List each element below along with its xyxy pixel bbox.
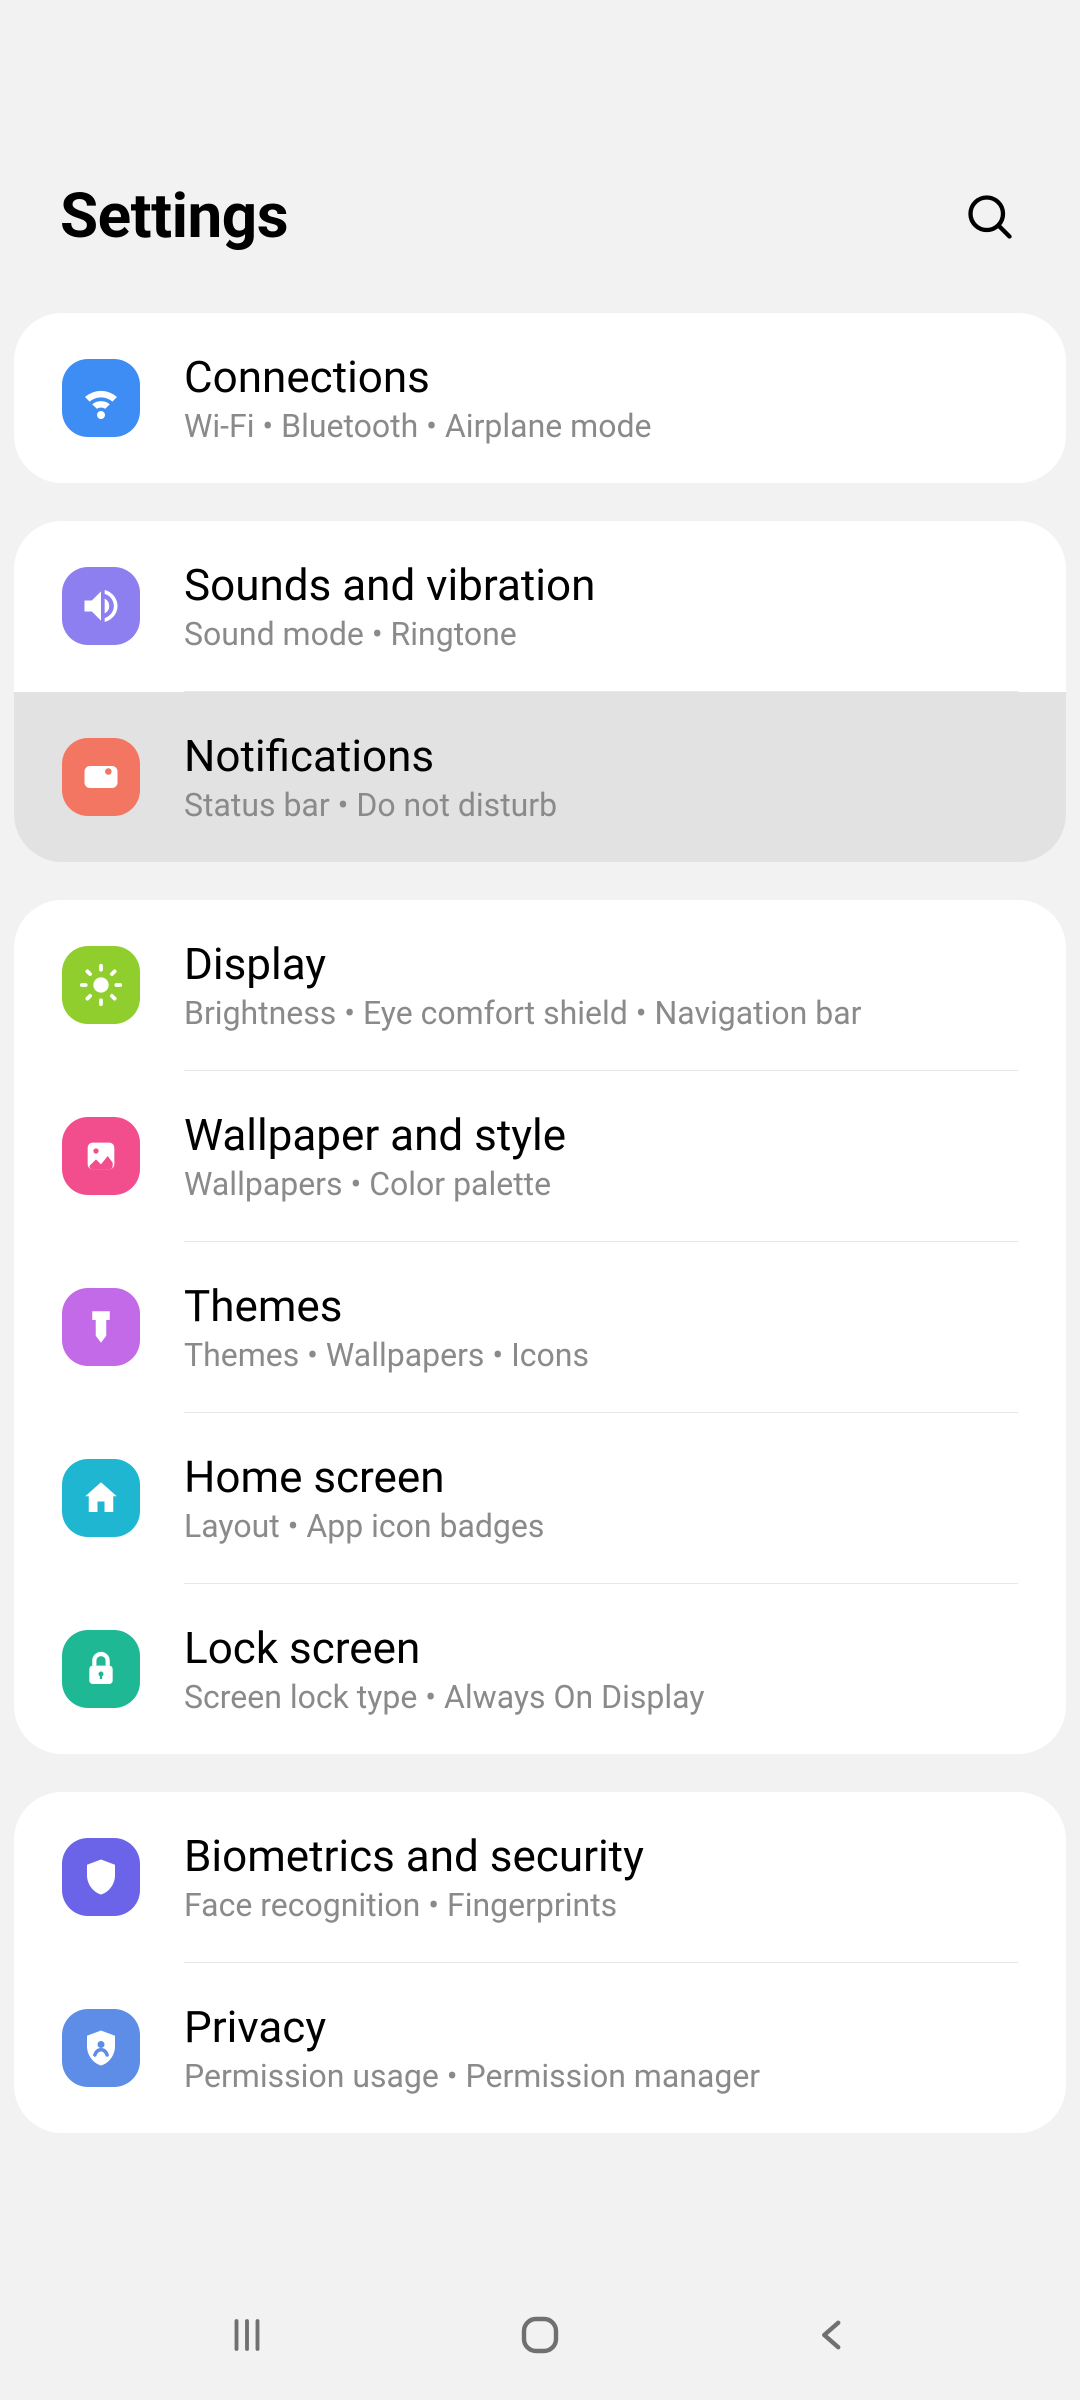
settings-item-title: Themes xyxy=(184,1280,1018,1332)
header: Settings xyxy=(0,0,1080,313)
settings-item-title: Privacy xyxy=(184,2001,1018,2053)
settings-item-title: Biometrics and security xyxy=(184,1830,1018,1882)
search-icon xyxy=(964,191,1016,243)
nav-bar xyxy=(0,2270,1080,2400)
settings-item-wallpaper[interactable]: Wallpaper and style Wallpapers • Color pa… xyxy=(14,1071,1066,1241)
settings-item-subtitle: Face recognition • Fingerprints xyxy=(184,1886,1018,1924)
settings-item-subtitle: Wi-Fi • Bluetooth • Airplane mode xyxy=(184,407,1018,445)
settings-item-privacy[interactable]: Privacy Permission usage • Permission man… xyxy=(14,1963,1066,2133)
settings-item-biometrics[interactable]: Biometrics and security Face recognition … xyxy=(14,1792,1066,1962)
settings-item-text: Wallpaper and style Wallpapers • Color pa… xyxy=(184,1109,1018,1203)
home-nav-icon xyxy=(516,2311,564,2359)
back-icon xyxy=(812,2314,854,2356)
settings-item-homescreen[interactable]: Home screen Layout • App icon badges xyxy=(14,1413,1066,1583)
settings-item-subtitle: Brightness • Eye comfort shield • Naviga… xyxy=(184,994,1018,1032)
display-icon xyxy=(62,946,140,1024)
settings-item-text: Display Brightness • Eye comfort shield •… xyxy=(184,938,1018,1032)
settings-item-subtitle: Layout • App icon badges xyxy=(184,1507,1018,1545)
settings-item-subtitle: Sound mode • Ringtone xyxy=(184,615,1018,653)
homescreen-icon xyxy=(62,1459,140,1537)
settings-item-subtitle: Wallpapers • Color palette xyxy=(184,1165,1018,1203)
settings-item-sounds[interactable]: Sounds and vibration Sound mode • Rington… xyxy=(14,521,1066,691)
wallpaper-icon xyxy=(62,1117,140,1195)
themes-icon xyxy=(62,1288,140,1366)
settings-item-title: Display xyxy=(184,938,1018,990)
search-button[interactable] xyxy=(960,187,1020,247)
settings-item-title: Home screen xyxy=(184,1451,1018,1503)
lockscreen-icon xyxy=(62,1630,140,1708)
settings-item-title: Wallpaper and style xyxy=(184,1109,1018,1161)
settings-item-subtitle: Permission usage • Permission manager xyxy=(184,2057,1018,2095)
settings-item-subtitle: Screen lock type • Always On Display xyxy=(184,1678,1018,1716)
settings-item-text: Connections Wi-Fi • Bluetooth • Airplane … xyxy=(184,351,1018,445)
biometrics-icon xyxy=(62,1838,140,1916)
settings-item-subtitle: Themes • Wallpapers • Icons xyxy=(184,1336,1018,1374)
privacy-icon xyxy=(62,2009,140,2087)
settings-item-text: Home screen Layout • App icon badges xyxy=(184,1451,1018,1545)
settings-item-subtitle: Status bar • Do not disturb xyxy=(184,786,1018,824)
page-title: Settings xyxy=(60,180,288,253)
settings-group: Biometrics and security Face recognition … xyxy=(14,1792,1066,2133)
settings-item-lockscreen[interactable]: Lock screen Screen lock type • Always On … xyxy=(14,1584,1066,1754)
settings-item-notifications[interactable]: Notifications Status bar • Do not disturb xyxy=(14,692,1066,862)
settings-item-text: Lock screen Screen lock type • Always On … xyxy=(184,1622,1018,1716)
settings-group: Connections Wi-Fi • Bluetooth • Airplane … xyxy=(14,313,1066,483)
settings-item-text: Sounds and vibration Sound mode • Rington… xyxy=(184,559,1018,653)
settings-item-connections[interactable]: Connections Wi-Fi • Bluetooth • Airplane … xyxy=(14,313,1066,483)
settings-item-text: Themes Themes • Wallpapers • Icons xyxy=(184,1280,1018,1374)
recent-apps-button[interactable] xyxy=(217,2305,277,2365)
settings-group: Sounds and vibration Sound mode • Rington… xyxy=(14,521,1066,862)
settings-item-title: Connections xyxy=(184,351,1018,403)
notifications-icon xyxy=(62,738,140,816)
connections-icon xyxy=(62,359,140,437)
sounds-icon xyxy=(62,567,140,645)
settings-item-title: Sounds and vibration xyxy=(184,559,1018,611)
home-button[interactable] xyxy=(510,2305,570,2365)
settings-item-title: Lock screen xyxy=(184,1622,1018,1674)
settings-item-themes[interactable]: Themes Themes • Wallpapers • Icons xyxy=(14,1242,1066,1412)
settings-item-text: Notifications Status bar • Do not disturb xyxy=(184,730,1018,824)
back-button[interactable] xyxy=(803,2305,863,2365)
settings-group: Display Brightness • Eye comfort shield •… xyxy=(14,900,1066,1754)
settings-item-title: Notifications xyxy=(184,730,1018,782)
settings-item-display[interactable]: Display Brightness • Eye comfort shield •… xyxy=(14,900,1066,1070)
recent-apps-icon xyxy=(226,2314,268,2356)
settings-item-text: Privacy Permission usage • Permission man… xyxy=(184,2001,1018,2095)
settings-item-text: Biometrics and security Face recognition … xyxy=(184,1830,1018,1924)
